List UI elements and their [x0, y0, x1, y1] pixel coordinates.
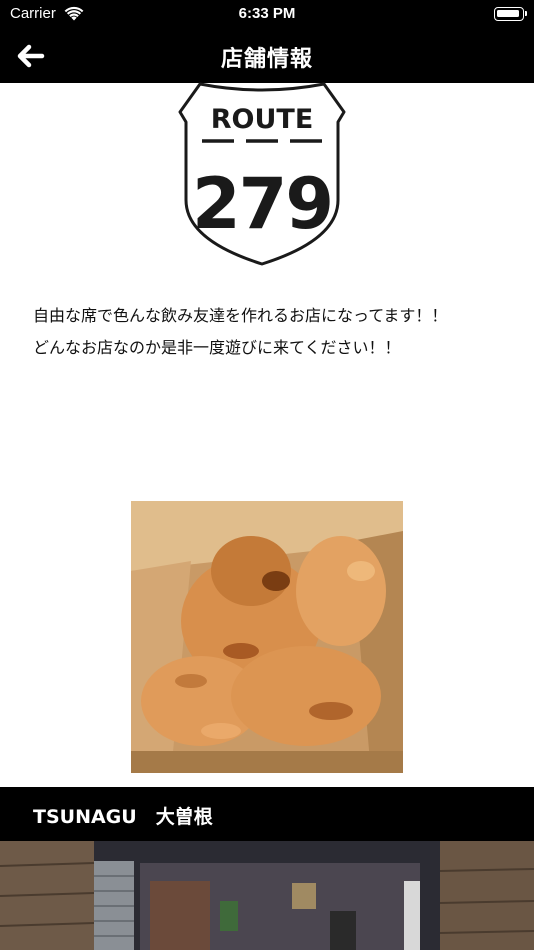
- route-279-logo: ROUTE 279: [178, 82, 346, 266]
- description-line: どんなお店なのか是非一度遊びに来てください！！: [33, 338, 401, 357]
- page-title: 店舗情報: [220, 47, 313, 72]
- fried-chicken-photo: [131, 501, 403, 773]
- battery-icon: [494, 7, 527, 21]
- logo-route-text: ROUTE: [211, 104, 314, 135]
- logo-number-text: 279: [192, 163, 332, 245]
- storefront-photo: [0, 841, 534, 950]
- shop-name-bar: TSUNAGU 大曽根: [0, 787, 534, 841]
- status-bar: Carrier 6:33 PM: [0, 0, 534, 30]
- nav-bar: 店舗情報: [0, 30, 534, 83]
- description-line: 自由な席で色んな飲み友達を作れるお店になってます！！: [33, 306, 448, 325]
- shop-description: 自由な席で色んな飲み友達を作れるお店になってます！！ どんなお店なのか是非一度遊…: [33, 300, 513, 364]
- status-time: 6:33 PM: [238, 5, 296, 22]
- shop-name: TSUNAGU 大曽根: [33, 806, 213, 828]
